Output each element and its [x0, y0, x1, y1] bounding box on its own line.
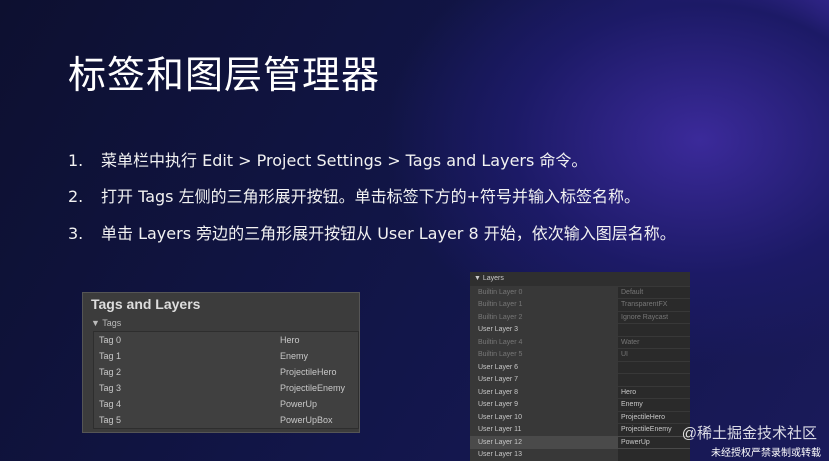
step-1: 1. 菜单栏中执行 Edit > Project Settings > Tags …: [68, 147, 587, 171]
row-value: Ignore Raycast: [618, 311, 690, 323]
step-number: 3.: [68, 224, 84, 243]
row-label: User Layer 11: [478, 426, 522, 434]
tag-row: Tag 2 ProjectileHero: [94, 364, 358, 380]
row-label: User Layer 9: [478, 401, 519, 409]
row-label: User Layer 13: [478, 451, 522, 459]
row-value: [618, 324, 690, 336]
tags-section-header: ▼ Tags: [91, 318, 122, 328]
tag-row: Tag 3 ProjectileEnemy: [94, 380, 358, 396]
layer-row: Builtin Layer 4 Water: [470, 336, 690, 349]
step-2: 2. 打开 Tags 左侧的三角形展开按钮。单击标签下方的+符号并输入标签名称。: [68, 183, 640, 207]
layer-row: User Layer 3: [470, 324, 690, 337]
tag-row: Tag 0 Hero: [94, 332, 358, 348]
row-value: ProjectileHero: [618, 411, 690, 423]
row-label: Tag 1: [99, 351, 122, 361]
tag-row: Tag 1 Enemy: [94, 348, 358, 364]
row-label: Builtin Layer 0: [478, 288, 523, 296]
row-value: UI: [618, 349, 690, 361]
step-text: 单击 Layers 旁边的三角形展开按钮从 User Layer 8 开始，依次…: [101, 224, 676, 243]
row-value: Hero: [280, 335, 300, 345]
row-value: PowerUpBox: [280, 415, 333, 425]
row-value: TransparentFX: [618, 299, 690, 311]
tags-panel-screenshot: Tags and Layers ▼ Tags Tag 0 Hero Tag 1 Ene…: [82, 292, 360, 433]
layer-row: User Layer 11 ProjectileEnemy: [470, 424, 690, 437]
layer-row: User Layer 6: [470, 361, 690, 374]
row-label: Tag 2: [99, 367, 122, 377]
step-3: 3. 单击 Layers 旁边的三角形展开按钮从 User Layer 8 开始，…: [68, 220, 676, 244]
layer-row: User Layer 7: [470, 374, 690, 387]
row-value: ProjectileHero: [280, 367, 337, 377]
row-label: User Layer 10: [478, 413, 522, 421]
tag-row: Tag 5 PowerUpBox: [94, 412, 358, 428]
step-text: 打开 Tags 左侧的三角形展开按钮。单击标签下方的+符号并输入标签名称。: [101, 187, 641, 206]
row-label: User Layer 7: [478, 376, 519, 384]
layers-list: Builtin Layer 0 Default Builtin Layer 1 Tra…: [470, 286, 690, 461]
tags-list: Tag 0 Hero Tag 1 Enemy Tag 2 ProjectileHero Ta…: [93, 331, 359, 429]
row-label: Builtin Layer 2: [478, 313, 523, 321]
row-label: Tag 4: [99, 399, 122, 409]
layers-section-header: ▼ Layers: [470, 272, 690, 286]
watermark-site: @稀土掘金技术社区: [681, 425, 817, 442]
row-value: ProjectileEnemy: [280, 383, 346, 393]
layer-row: User Layer 12 PowerUp: [470, 436, 690, 449]
row-value: Water: [618, 336, 690, 348]
step-text: 菜单栏中执行 Edit > Project Settings > Tags an…: [101, 151, 588, 170]
row-label: User Layer 12: [478, 438, 522, 446]
layer-row: Builtin Layer 0 Default: [470, 286, 690, 299]
row-value: [618, 374, 690, 386]
watermark-notice: 未经授权严禁录制或转载: [711, 448, 821, 459]
row-value: PowerUp: [618, 436, 690, 448]
row-value: [618, 449, 690, 461]
layer-row: Builtin Layer 2 Ignore Raycast: [470, 311, 690, 324]
tag-row: Tag 4 PowerUp: [94, 396, 358, 412]
row-value: Default: [618, 286, 690, 298]
row-label: Builtin Layer 4: [478, 338, 523, 346]
step-number: 1.: [68, 151, 84, 170]
layer-row: User Layer 13: [470, 449, 690, 461]
layer-row: User Layer 8 Hero: [470, 386, 690, 399]
row-label: Tag 3: [99, 383, 122, 393]
row-label: User Layer 3: [478, 326, 519, 334]
layer-row: User Layer 10 ProjectileHero: [470, 411, 690, 424]
row-label: Tag 5: [99, 415, 122, 425]
row-label: Builtin Layer 1: [478, 301, 523, 309]
layer-row: User Layer 9 Enemy: [470, 399, 690, 412]
row-label: User Layer 6: [478, 363, 519, 371]
layers-panel-screenshot: ▼ Layers Builtin Layer 0 Default Builtin L…: [470, 272, 690, 461]
step-number: 2.: [68, 187, 84, 206]
row-value: Enemy: [618, 399, 690, 411]
row-value: PowerUp: [280, 399, 318, 409]
row-label: Tag 0: [99, 335, 122, 345]
slide-title: 标签和图层管理器: [68, 53, 381, 97]
row-label: User Layer 8: [478, 388, 519, 396]
row-label: Builtin Layer 5: [478, 351, 523, 359]
row-value: [618, 361, 690, 373]
row-value: Hero: [618, 386, 690, 398]
layer-row: Builtin Layer 1 TransparentFX: [470, 299, 690, 312]
row-value: Enemy: [280, 351, 309, 361]
panel-title: Tags and Layers: [91, 296, 201, 312]
row-value: ProjectileEnemy: [618, 424, 690, 436]
layer-row: Builtin Layer 5 UI: [470, 349, 690, 362]
